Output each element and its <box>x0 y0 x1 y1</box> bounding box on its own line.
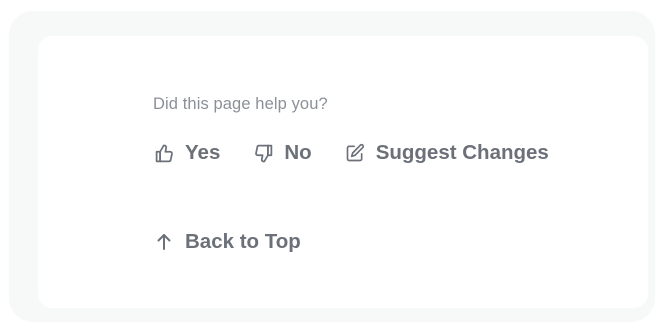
no-label: No <box>284 141 312 164</box>
feedback-question: Did this page help you? <box>153 95 328 113</box>
thumbs-up-icon <box>153 142 175 164</box>
yes-label: Yes <box>185 141 221 164</box>
feedback-card <box>38 36 648 308</box>
back-to-top-label: Back to Top <box>185 230 301 253</box>
no-button[interactable]: No <box>252 141 312 165</box>
edit-icon <box>344 142 366 164</box>
back-to-top-link[interactable]: Back to Top <box>155 230 301 254</box>
feedback-actions: Yes No Suggest Changes <box>153 140 549 166</box>
suggest-changes-label: Suggest Changes <box>375 141 549 164</box>
arrow-up-icon <box>155 231 173 253</box>
thumbs-down-icon <box>252 142 274 164</box>
yes-button[interactable]: Yes <box>153 141 220 165</box>
suggest-changes-button[interactable]: Suggest Changes <box>344 141 549 165</box>
